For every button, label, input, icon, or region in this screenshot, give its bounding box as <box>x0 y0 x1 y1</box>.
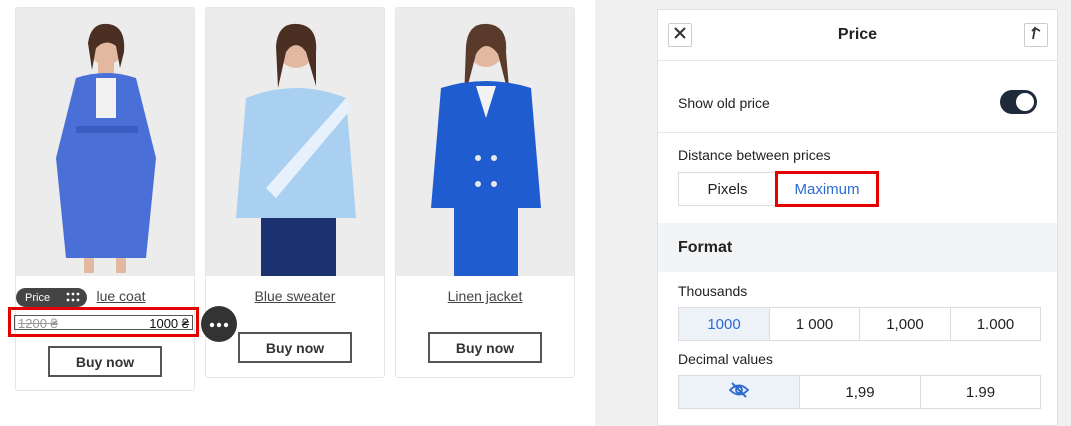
panel-title: Price <box>837 26 878 43</box>
decimal-option-hidden[interactable] <box>679 376 800 408</box>
distance-option-pixels[interactable]: Pixels <box>679 173 777 205</box>
drag-handle-icon[interactable] <box>66 292 80 302</box>
buy-now-button[interactable]: Buy now <box>48 346 162 377</box>
decimal-label: Decimal values <box>678 351 773 367</box>
product-image <box>206 8 384 276</box>
decimal-option-dot[interactable]: 1.99 <box>921 376 1040 408</box>
selection-label-text: Price <box>25 291 51 304</box>
thousands-option-comma[interactable]: 1,000 <box>860 308 951 340</box>
product-image <box>16 8 194 276</box>
editor-canvas: lue coat Buy now Blue sweater Buy now Li… <box>0 0 595 426</box>
distance-label: Distance between prices <box>678 147 831 163</box>
current-price: 1000 ₴ <box>149 316 189 331</box>
product-name[interactable]: Blue sweater <box>206 288 384 304</box>
buy-now-button[interactable]: Buy now <box>428 332 542 363</box>
show-old-price-toggle[interactable] <box>1000 90 1037 114</box>
show-old-price-label: Show old price <box>678 95 770 111</box>
more-dots-icon <box>209 315 229 333</box>
thousands-selector: 1000 1 000 1,000 1.000 <box>678 307 1041 341</box>
undock-icon <box>1030 26 1042 45</box>
panel-header: Price <box>658 10 1057 61</box>
old-price: 1200 ₴ <box>18 316 58 331</box>
product-name[interactable]: Linen jacket <box>396 288 574 304</box>
product-image <box>396 8 574 276</box>
more-options-button[interactable] <box>201 306 237 342</box>
selection-label[interactable]: Price <box>16 288 87 307</box>
thousands-option-space[interactable]: 1 000 <box>770 308 860 340</box>
divider <box>658 132 1057 133</box>
format-section-header: Format <box>658 223 1057 272</box>
thousands-label: Thousands <box>678 283 748 299</box>
buy-now-button[interactable]: Buy now <box>238 332 352 363</box>
selected-price-block[interactable]: 1200 ₴ 1000 ₴ <box>8 307 199 337</box>
product-card[interactable]: Linen jacket Buy now <box>395 7 575 378</box>
price-settings-panel: Price Show old price Distance between pr… <box>657 9 1058 426</box>
price-container[interactable]: 1200 ₴ 1000 ₴ <box>14 315 193 331</box>
decimal-option-comma[interactable]: 1,99 <box>800 376 921 408</box>
undock-button[interactable] <box>1024 23 1048 47</box>
thousands-option-none[interactable]: 1000 <box>679 308 770 340</box>
decimal-selector: 1,99 1.99 <box>678 375 1041 409</box>
distance-selector: Pixels Maximum <box>678 171 879 207</box>
format-title: Format <box>678 239 733 256</box>
thousands-option-dot[interactable]: 1.000 <box>951 308 1040 340</box>
toggle-knob <box>1016 93 1034 111</box>
distance-option-maximum[interactable]: Maximum <box>775 171 879 207</box>
eye-off-icon <box>728 382 750 402</box>
